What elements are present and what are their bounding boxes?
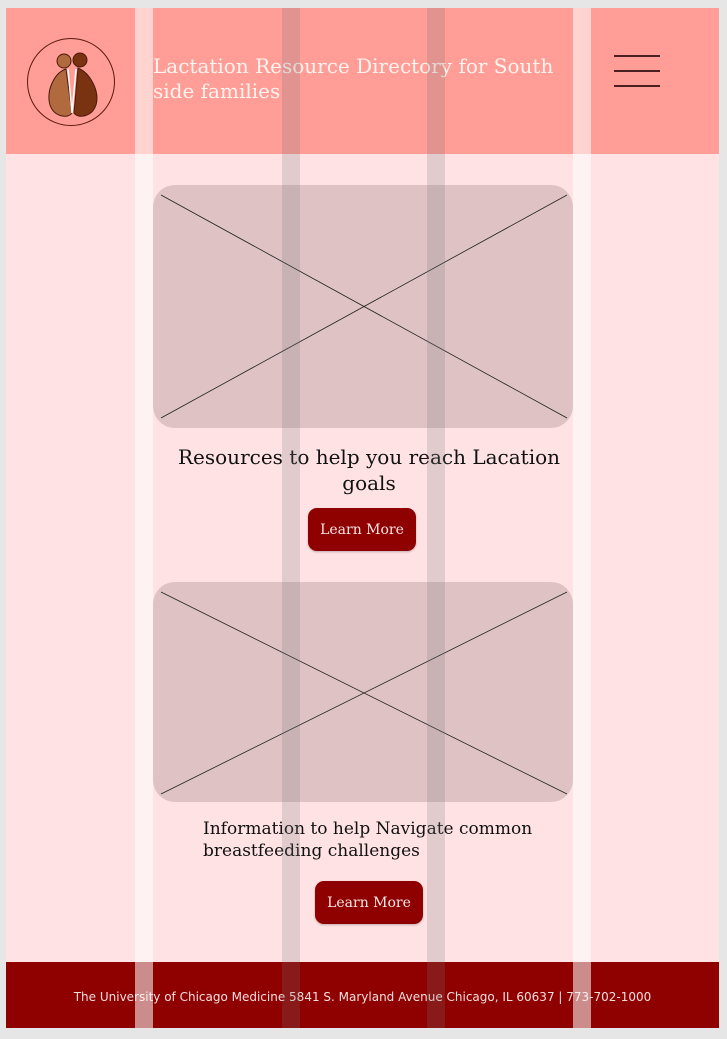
site-footer: The University of Chicago Medicine 5841 … bbox=[6, 962, 719, 1028]
image-placeholder-icon bbox=[153, 185, 573, 428]
footer-contact: The University of Chicago Medicine 5841 … bbox=[73, 990, 652, 1004]
hamburger-menu-icon[interactable] bbox=[614, 55, 662, 87]
page-frame: Lactation Resource Directory for South s… bbox=[6, 8, 719, 1028]
site-header: Lactation Resource Directory for South s… bbox=[6, 8, 719, 154]
menu-line bbox=[614, 55, 660, 57]
grid-guide bbox=[135, 8, 153, 1028]
site-title: Lactation Resource Directory for South s… bbox=[153, 54, 554, 103]
card-title: Resources to help you reach Lacation goa… bbox=[177, 445, 561, 495]
grid-guide bbox=[427, 8, 445, 1028]
learn-more-button[interactable]: Learn More bbox=[308, 508, 416, 551]
menu-line bbox=[614, 85, 660, 87]
learn-more-button[interactable]: Learn More bbox=[315, 881, 423, 924]
menu-line bbox=[614, 70, 660, 72]
grid-guide bbox=[282, 8, 300, 1028]
card-title: Information to help Navigate common brea… bbox=[203, 819, 533, 861]
image-placeholder-icon bbox=[153, 582, 573, 802]
grid-guide bbox=[573, 8, 591, 1028]
mother-and-baby-logo-icon[interactable] bbox=[27, 38, 115, 126]
